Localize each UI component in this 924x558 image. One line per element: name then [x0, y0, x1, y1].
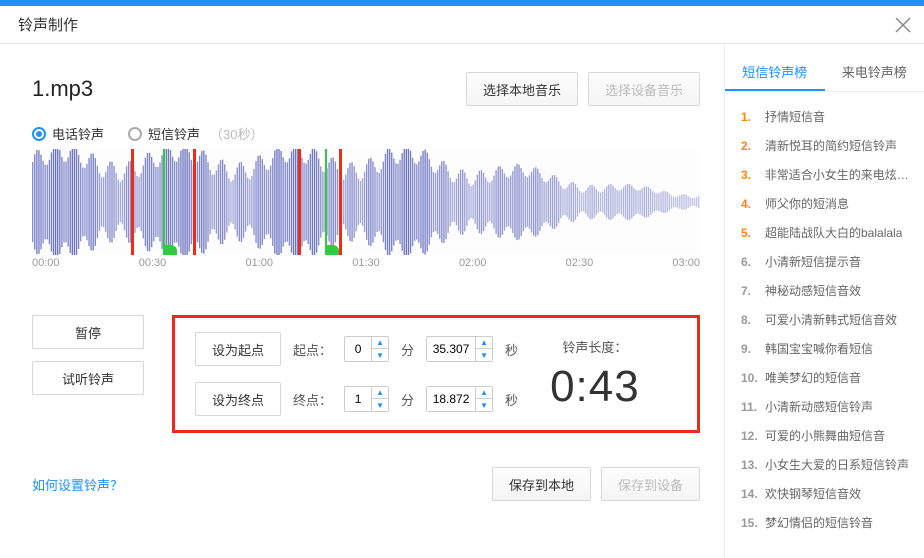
end-min-stepper[interactable]: ▲▼: [344, 386, 389, 412]
save-local-button[interactable]: 保存到本地: [492, 467, 591, 501]
end-label: 终点：: [293, 390, 332, 409]
list-item[interactable]: 11. 小清新动感短信铃声: [741, 392, 924, 421]
list-item-label: 可爱的小熊舞曲短信音: [765, 427, 885, 444]
list-item-label: 可爱小清新韩式短信音效: [765, 311, 897, 328]
tab-call-rank[interactable]: 来电铃声榜: [825, 54, 924, 91]
length-label: 铃声长度：: [550, 337, 640, 356]
list-item-label: 梦幻情侣的短信铃音: [765, 514, 873, 531]
rank-number: 7.: [741, 284, 759, 298]
start-min-input[interactable]: [345, 337, 371, 361]
start-sec-stepper[interactable]: ▲▼: [426, 336, 493, 362]
set-end-button[interactable]: 设为终点: [195, 382, 281, 416]
rank-number: 2.: [741, 139, 759, 153]
list-item[interactable]: 13. 小女生大爱的日系短信铃声: [741, 450, 924, 479]
stepper-down-icon[interactable]: ▼: [476, 399, 492, 411]
list-item-label: 抒情短信音: [765, 108, 825, 125]
waveform[interactable]: [32, 149, 700, 255]
rank-number: 4.: [741, 197, 759, 211]
radio-phone-ringtone[interactable]: 电话铃声: [32, 124, 104, 143]
list-item[interactable]: 2. 清新悦耳的简约短信铃声: [741, 131, 924, 160]
rank-number: 12.: [741, 429, 759, 443]
time-axis: 00:00 00:30 01:00 01:30 02:00 02:30 03:0…: [32, 255, 700, 269]
rank-number: 1.: [741, 110, 759, 124]
rank-number: 11.: [741, 400, 759, 414]
preview-button[interactable]: 试听铃声: [32, 361, 144, 395]
help-link[interactable]: 如何设置铃声？: [32, 475, 123, 494]
start-label: 起点：: [293, 340, 332, 359]
end-sec-input[interactable]: [427, 387, 475, 411]
start-sec-input[interactable]: [427, 337, 475, 361]
list-item-label: 唯美梦幻的短信音: [765, 369, 861, 386]
list-item-label: 小女生大爱的日系短信铃声: [765, 456, 909, 473]
length-value: 0:43: [550, 362, 640, 412]
start-min-stepper[interactable]: ▲▼: [344, 336, 389, 362]
stepper-down-icon[interactable]: ▼: [372, 399, 388, 411]
stepper-up-icon[interactable]: ▲: [476, 337, 492, 349]
set-start-button[interactable]: 设为起点: [195, 332, 281, 366]
list-item[interactable]: 1. 抒情短信音: [741, 102, 924, 131]
rank-number: 8.: [741, 313, 759, 327]
save-device-button: 保存到设备: [601, 467, 700, 501]
list-item[interactable]: 8. 可爱小清新韩式短信音效: [741, 305, 924, 334]
list-item[interactable]: 12. 可爱的小熊舞曲短信音: [741, 421, 924, 450]
list-item-label: 超能陆战队大白的balalala: [765, 224, 902, 241]
list-item[interactable]: 4. 师父你的短消息: [741, 189, 924, 218]
stepper-up-icon[interactable]: ▲: [372, 387, 388, 399]
stepper-up-icon[interactable]: ▲: [476, 387, 492, 399]
list-item[interactable]: 15. 梦幻情侣的短信铃音: [741, 508, 924, 537]
list-item-label: 小清新动感短信铃声: [765, 398, 873, 415]
radio-sub: （30秒）: [210, 124, 263, 143]
rank-number: 14.: [741, 487, 759, 501]
window-title: 铃声制作: [18, 14, 78, 35]
highlight-box-end: [298, 149, 342, 255]
list-item-label: 师父你的短消息: [765, 195, 849, 212]
editor-highlight-box: 设为起点 起点： ▲▼ 分 ▲▼ 秒: [172, 315, 700, 433]
list-item-label: 韩国宝宝喊你看短信: [765, 340, 873, 357]
list-item[interactable]: 10. 唯美梦幻的短信音: [741, 363, 924, 392]
stepper-down-icon[interactable]: ▼: [372, 349, 388, 361]
stepper-up-icon[interactable]: ▲: [372, 337, 388, 349]
radio-label: 短信铃声: [148, 124, 200, 143]
stepper-down-icon[interactable]: ▼: [476, 349, 492, 361]
choose-device-music-button: 选择设备音乐: [588, 72, 700, 106]
rank-number: 15.: [741, 516, 759, 530]
pause-button[interactable]: 暂停: [32, 315, 144, 349]
list-item[interactable]: 6. 小清新短信提示音: [741, 247, 924, 276]
list-item-label: 小清新短信提示音: [765, 253, 861, 270]
rank-number: 6.: [741, 255, 759, 269]
list-item-label: 欢快钢琴短信音效: [765, 485, 861, 502]
highlight-box-start: [131, 149, 196, 255]
list-item-label: 非常适合小女生的来电炫彩…: [765, 166, 918, 183]
list-item-label: 神秘动感短信音效: [765, 282, 861, 299]
file-title: 1.mp3: [32, 76, 93, 102]
radio-label: 电话铃声: [52, 124, 104, 143]
radio-sms-ringtone[interactable]: 短信铃声 （30秒）: [128, 124, 263, 143]
list-item[interactable]: 5. 超能陆战队大白的balalala: [741, 218, 924, 247]
tab-sms-rank[interactable]: 短信铃声榜: [725, 54, 825, 91]
list-item[interactable]: 3. 非常适合小女生的来电炫彩…: [741, 160, 924, 189]
list-item[interactable]: 9. 韩国宝宝喊你看短信: [741, 334, 924, 363]
end-min-input[interactable]: [345, 387, 371, 411]
list-item[interactable]: 7. 神秘动感短信音效: [741, 276, 924, 305]
rank-number: 5.: [741, 226, 759, 240]
rank-number: 3.: [741, 168, 759, 182]
rank-number: 10.: [741, 371, 759, 385]
choose-local-music-button[interactable]: 选择本地音乐: [466, 72, 578, 106]
close-icon[interactable]: [894, 16, 912, 34]
rank-number: 9.: [741, 342, 759, 356]
list-item-label: 清新悦耳的简约短信铃声: [765, 137, 897, 154]
end-sec-stepper[interactable]: ▲▼: [426, 386, 493, 412]
rank-number: 13.: [741, 458, 759, 472]
list-item[interactable]: 14. 欢快钢琴短信音效: [741, 479, 924, 508]
